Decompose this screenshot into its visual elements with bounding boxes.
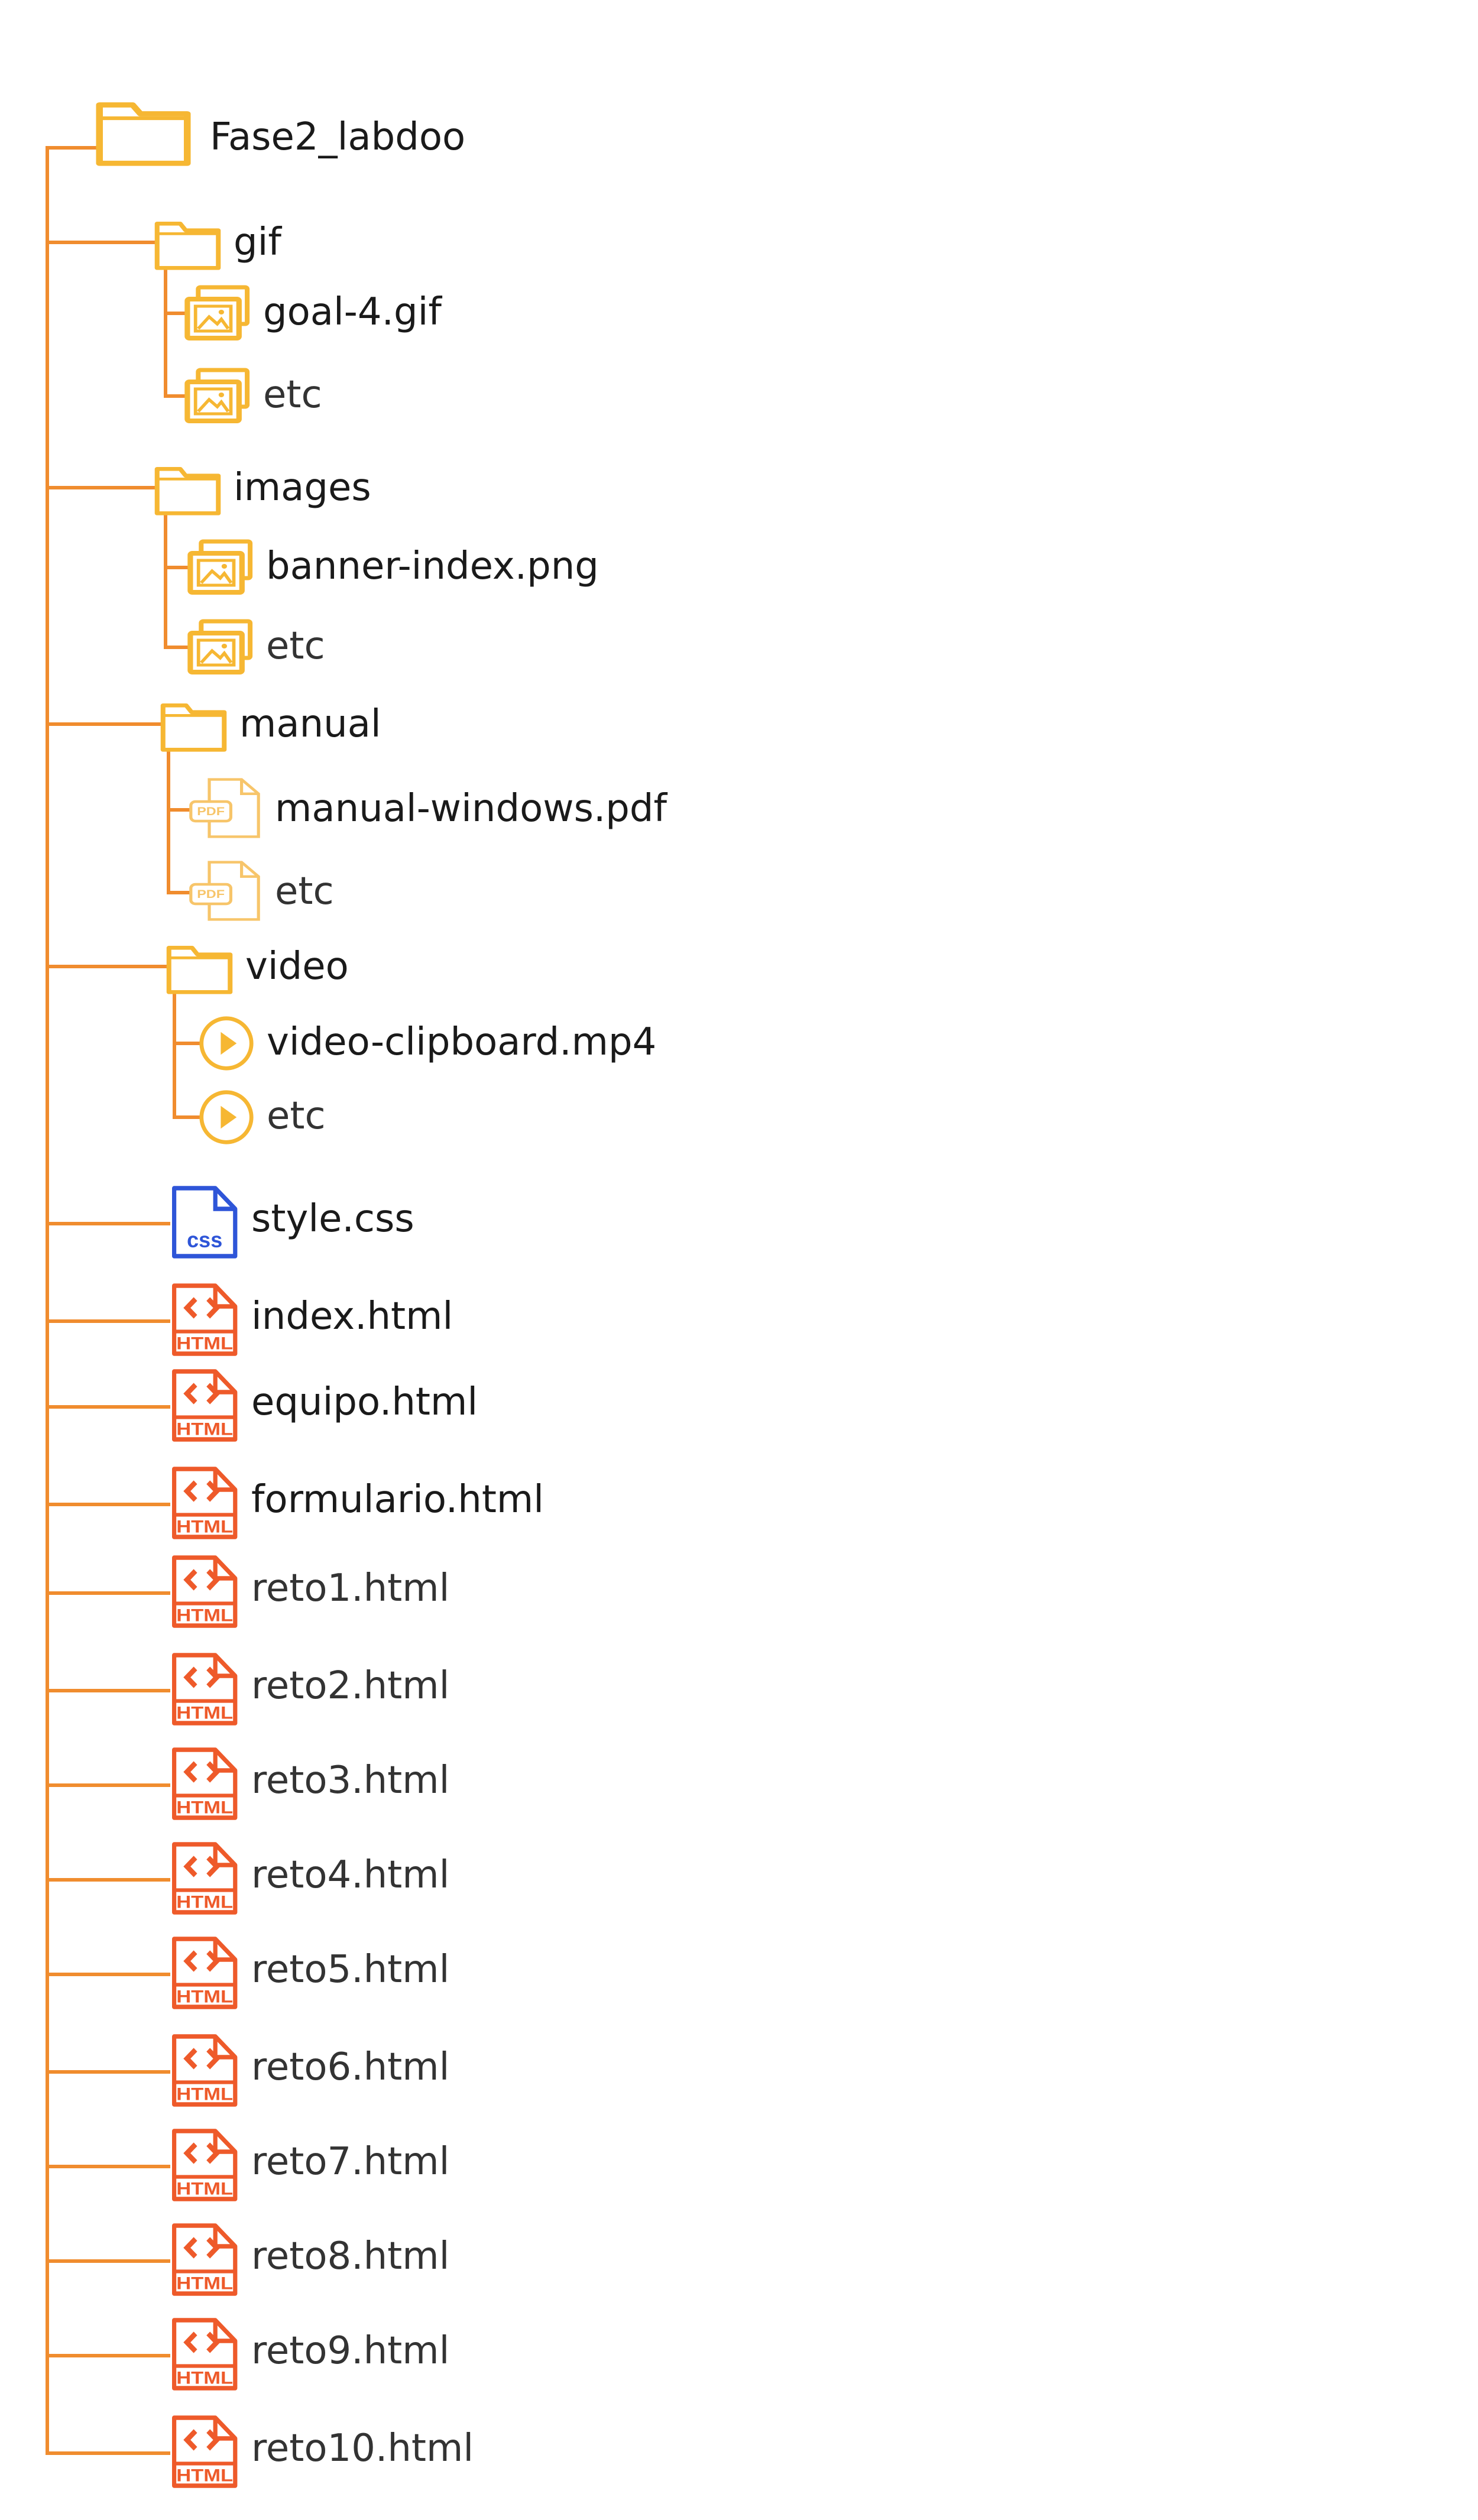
html-badge-text: HTML xyxy=(176,1334,233,1354)
tree-node-label: reto3.html xyxy=(251,1759,450,1802)
tree-node-label: reto8.html xyxy=(251,2234,450,2278)
tree-node-label: style.css xyxy=(251,1197,414,1241)
html-badge-text: HTML xyxy=(176,1419,233,1439)
video-file-icon xyxy=(199,1090,254,1144)
css-badge-text: css xyxy=(187,1227,222,1252)
html-file-icon: HTML xyxy=(172,1555,238,1628)
pdf-file-icon: PDF xyxy=(189,861,260,921)
tree-node-label: Fase2_labdoo xyxy=(210,115,466,159)
pdf-badge-text: PDF xyxy=(197,805,225,818)
html-badge-text: HTML xyxy=(176,1987,233,2007)
tree-node-label: etc xyxy=(275,870,334,913)
tree-node-label: video-clipboard.mp4 xyxy=(267,1020,657,1064)
html-badge-text: HTML xyxy=(176,2273,233,2294)
html-badge-text: HTML xyxy=(176,1517,233,1537)
tree-node-label: video xyxy=(245,945,349,988)
tree-node-label: index.html xyxy=(251,1295,453,1338)
html-badge-text: HTML xyxy=(176,2179,233,2199)
folder-icon xyxy=(154,466,221,515)
folder-icon xyxy=(166,945,233,994)
html-file-icon: HTML xyxy=(172,2223,238,2296)
folder-icon xyxy=(154,221,221,270)
pdf-file-icon: PDF xyxy=(189,778,260,838)
html-badge-text: HTML xyxy=(176,2084,233,2104)
html-file-icon: HTML xyxy=(172,1283,238,1356)
html-badge-text: HTML xyxy=(176,2466,233,2486)
tree-node-label: etc xyxy=(266,624,325,668)
tree-node-label: banner-index.png xyxy=(266,544,599,588)
image-file-icon xyxy=(187,619,253,674)
html-file-icon: HTML xyxy=(172,1653,238,1726)
html-file-icon: HTML xyxy=(172,1747,238,1820)
tree-node-label: images xyxy=(234,466,371,510)
tree-node-label: reto4.html xyxy=(251,1853,450,1897)
html-badge-text: HTML xyxy=(176,1703,233,1723)
tree-node-label: reto6.html xyxy=(251,2045,450,2089)
tree-node-label: gif xyxy=(234,220,281,264)
css-file-icon: css xyxy=(172,1186,238,1259)
tree-node-label: etc xyxy=(263,373,322,417)
html-file-icon: HTML xyxy=(172,2415,238,2488)
tree-node-label: reto2.html xyxy=(251,1664,450,1708)
html-file-icon: HTML xyxy=(172,2034,238,2107)
tree-node-label: reto9.html xyxy=(251,2329,450,2373)
html-file-icon: HTML xyxy=(172,1467,238,1539)
html-file-icon: HTML xyxy=(172,2318,238,2391)
html-file-icon: HTML xyxy=(172,1842,238,1915)
tree-node-label: reto7.html xyxy=(251,2140,450,2184)
html-badge-text: HTML xyxy=(176,1892,233,1912)
tree-node-label: reto1.html xyxy=(251,1567,450,1610)
tree-node-label: manual-windows.pdf xyxy=(275,787,667,831)
html-file-icon: HTML xyxy=(172,2129,238,2201)
tree-node-label: etc xyxy=(267,1094,326,1138)
tree-node-label: formulario.html xyxy=(251,1478,544,1522)
html-badge-text: HTML xyxy=(176,1606,233,1626)
html-file-icon: HTML xyxy=(172,1937,238,2009)
html-badge-text: HTML xyxy=(176,1798,233,1818)
file-tree-diagram: Fase2_labdoogif goal-4.gif etc images banner… xyxy=(0,0,1478,2520)
image-file-icon xyxy=(184,285,250,340)
html-file-icon: HTML xyxy=(172,1369,238,1442)
tree-node-label: equipo.html xyxy=(251,1380,478,1424)
tree-node-label: manual xyxy=(239,702,381,746)
image-file-icon xyxy=(187,539,253,595)
tree-node-label: reto10.html xyxy=(251,2427,474,2470)
tree-node-label: goal-4.gif xyxy=(263,290,442,334)
html-badge-text: HTML xyxy=(176,2368,233,2388)
folder-icon xyxy=(96,102,191,166)
folder-icon xyxy=(160,703,227,752)
pdf-badge-text: PDF xyxy=(197,887,225,901)
tree-node-label: reto5.html xyxy=(251,1948,450,1992)
image-file-icon xyxy=(184,368,250,423)
video-file-icon xyxy=(199,1016,254,1071)
